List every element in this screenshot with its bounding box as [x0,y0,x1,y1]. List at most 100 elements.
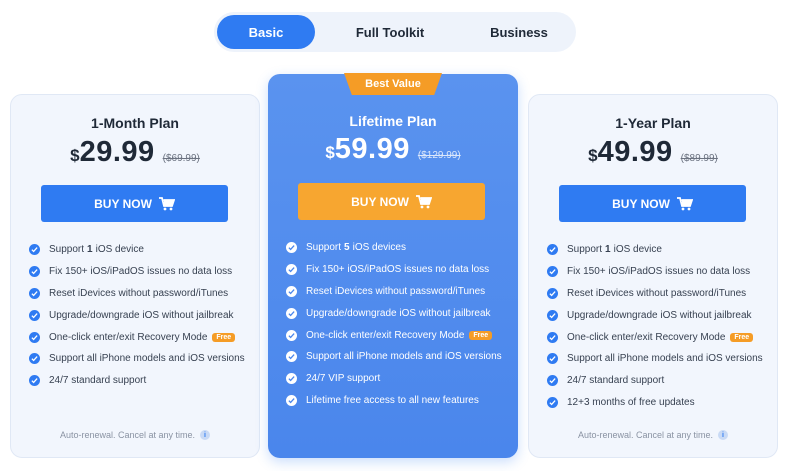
check-circle-icon [29,266,40,278]
feature-text: Upgrade/downgrade iOS without jailbreak [49,309,234,321]
check-circle-icon [286,329,297,341]
feature-item: One-click enter/exit Recovery Mode Free [547,326,763,348]
plan-name: Lifetime Plan [349,113,437,129]
buy-now-label: BUY NOW [612,196,670,211]
plan-price: 49.99 [597,136,673,168]
check-circle-icon [547,353,558,365]
feature-text: Reset iDevices without password/iTunes [567,287,747,299]
feature-text-suffix: iOS devices [352,242,406,254]
feature-item: Fix 150+ iOS/iPadOS issues no data loss [29,261,245,283]
feature-text: Support [49,244,85,256]
feature-count: 1 [605,244,611,256]
feature-count: 1 [87,244,93,256]
check-circle-icon [547,331,558,343]
feature-text: Reset iDevices without password/iTunes [306,285,486,297]
feature-list: Support 1 iOS device Fix 150+ iOS/iPadOS is… [547,239,763,413]
feature-list: Support 5 iOS devices Fix 150+ iOS/iPadOS i… [286,237,502,411]
check-circle-icon [286,307,297,319]
free-badge: Free [730,332,754,342]
feature-text: 24/7 VIP support [306,373,381,385]
feature-item: Support all iPhone models and iOS versio… [547,348,763,370]
plan-price: 29.99 [79,136,155,168]
auto-renewal-note: Auto-renewal. Cancel at any time. i [529,430,777,440]
feature-item: Upgrade/downgrade iOS without jailbreak [547,304,763,326]
feature-text: Fix 150+ iOS/iPadOS issues no data loss [567,266,751,278]
price-row: $ 49.99 ($89.99) [529,136,777,169]
feature-item: Support 1 iOS device [29,239,245,261]
auto-renewal-text: Auto-renewal. Cancel at any time. [59,430,196,440]
check-circle-icon [29,375,40,387]
feature-item: 24/7 standard support [547,370,763,392]
info-icon[interactable]: i [200,430,211,440]
check-circle-icon [29,353,40,365]
check-circle-icon [286,264,297,276]
check-circle-icon [547,244,558,256]
feature-item: Reset iDevices without password/iTunes [547,283,763,305]
check-circle-icon [286,373,297,385]
feature-text: 12+3 months of free updates [567,396,695,408]
plan-price: 59.99 [334,133,410,165]
currency-symbol: $ [588,146,598,165]
feature-text: One-click enter/exit Recovery Mode [49,331,208,343]
plan-card-1-year: 1-Year Plan $ 49.99 ($89.99) BUY NOW Sup… [528,94,778,458]
cart-icon [676,196,693,210]
check-circle-icon [547,396,558,408]
feature-item: Lifetime free access to all new features [286,390,502,412]
feature-text: Support all iPhone models and iOS versio… [49,353,245,365]
check-circle-icon [286,351,297,363]
buy-now-button[interactable]: BUY NOW [298,183,485,220]
feature-text: Fix 150+ iOS/iPadOS issues no data loss [49,266,233,278]
buy-now-button[interactable]: BUY NOW [559,185,746,222]
check-circle-icon [547,287,558,299]
feature-item: Upgrade/downgrade iOS without jailbreak [29,304,245,326]
feature-text: One-click enter/exit Recovery Mode [567,331,726,343]
check-circle-icon [286,285,297,297]
tab-full-toolkit[interactable]: Full Toolkit [315,15,465,49]
check-circle-icon [547,266,558,278]
check-circle-icon [29,287,40,299]
cart-icon [158,196,175,210]
feature-item: Fix 150+ iOS/iPadOS issues no data loss [286,259,502,281]
check-circle-icon [286,242,297,254]
feature-text: Support [567,244,603,256]
auto-renewal-text: Auto-renewal. Cancel at any time. [577,430,714,440]
buy-now-button[interactable]: BUY NOW [41,185,228,222]
plan-card-lifetime: Best Value Lifetime Plan $ 59.99 ($129.9… [268,73,518,458]
buy-now-label: BUY NOW [351,194,409,209]
auto-renewal-note: Auto-renewal. Cancel at any time. i [11,430,259,440]
feature-text: Support all iPhone models and iOS versio… [567,353,763,365]
tab-business[interactable]: Business [465,15,573,49]
original-price: ($89.99) [680,153,718,164]
plan-name: 1-Month Plan [91,115,179,131]
currency-symbol: $ [70,146,80,165]
free-badge: Free [212,332,236,342]
plan-tabs: Basic Full Toolkit Business [214,12,576,52]
feature-item: Support all iPhone models and iOS versio… [286,346,502,368]
feature-item: Fix 150+ iOS/iPadOS issues no data loss [547,261,763,283]
check-circle-icon [29,244,40,256]
check-circle-icon [547,309,558,321]
currency-symbol: $ [325,143,335,162]
buy-now-label: BUY NOW [94,196,152,211]
check-circle-icon [547,375,558,387]
feature-item: 24/7 standard support [29,370,245,392]
tab-basic[interactable]: Basic [217,15,315,49]
feature-count: 5 [344,242,350,254]
feature-text: Lifetime free access to all new features [306,394,479,406]
cart-icon [415,194,432,208]
feature-text: Support [306,242,342,254]
feature-text: 24/7 standard support [567,375,665,387]
plan-name: 1-Year Plan [615,115,691,131]
plan-card-1-month: 1-Month Plan $ 29.99 ($69.99) BUY NOW Su… [10,94,260,458]
info-icon[interactable]: i [718,430,729,440]
original-price: ($69.99) [162,153,200,164]
feature-item: Support 5 iOS devices [286,237,502,259]
price-row: $ 59.99 ($129.99) [268,133,518,166]
check-circle-icon [29,331,40,343]
feature-item: One-click enter/exit Recovery Mode Free [286,324,502,346]
feature-item: Support 1 iOS device [547,239,763,261]
feature-text: Support all iPhone models and iOS versio… [306,351,502,363]
feature-text: Fix 150+ iOS/iPadOS issues no data loss [306,264,490,276]
feature-item: 24/7 VIP support [286,368,502,390]
feature-item: 12+3 months of free updates [547,392,763,414]
